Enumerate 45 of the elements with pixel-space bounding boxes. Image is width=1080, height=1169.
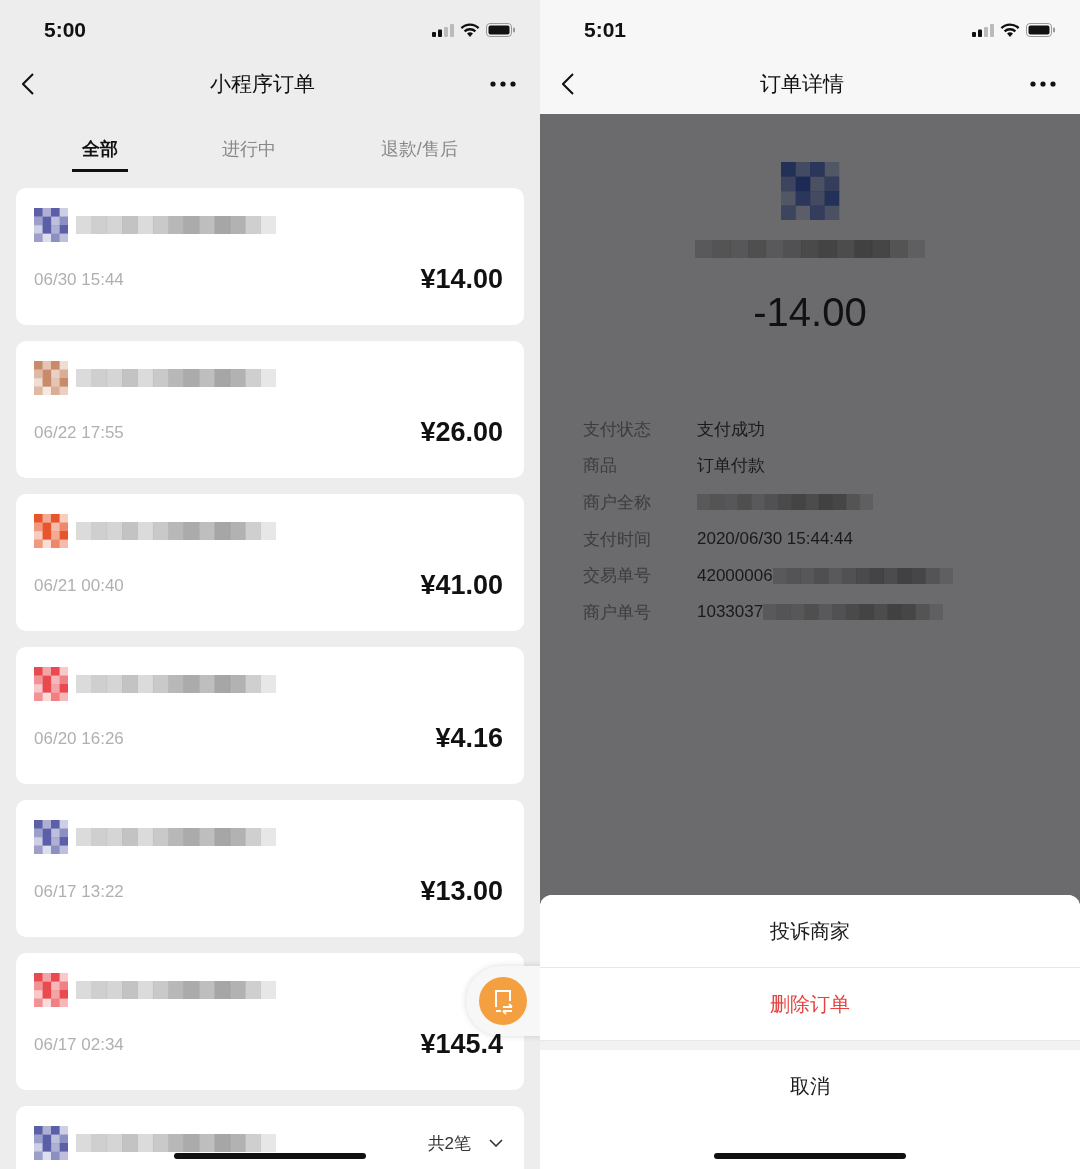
order-date: 06/21 00:40 (34, 575, 124, 596)
order-date: 06/17 13:22 (34, 881, 124, 902)
order-amount: ¥26.00 (420, 417, 503, 448)
wifi-icon (1000, 23, 1020, 37)
order-amount: ¥41.00 (420, 570, 503, 601)
detail-value: 42000006 (697, 565, 773, 586)
wifi-icon (460, 23, 480, 37)
chevron-down-icon (489, 1139, 503, 1147)
order-card[interactable]: 06/21 00:40 ¥41.00 (16, 494, 524, 631)
order-amount: ¥14.00 (420, 264, 503, 295)
signal-icon (972, 23, 994, 37)
back-icon[interactable] (562, 73, 574, 95)
order-card[interactable]: 06/17 13:22 ¥13.00 (16, 800, 524, 937)
order-card[interactable]: 06/30 15:44 ¥14.00 (16, 188, 524, 325)
order-date: 06/22 17:55 (34, 422, 124, 443)
order-amount: ¥145.4 (420, 1029, 503, 1060)
order-date: 06/20 16:26 (34, 728, 124, 749)
filter-tab[interactable]: 全部 (72, 114, 129, 172)
detail-value: 1033037 (697, 602, 764, 623)
battery-icon (1026, 23, 1056, 37)
status-time: 5:00 (44, 18, 87, 42)
order-card[interactable]: 06/17 02:34 ¥145.4 (16, 953, 524, 1090)
detail-value: 订单付款 (697, 455, 765, 478)
order-card[interactable]: 共2笔 (16, 1106, 524, 1169)
order-amount: ¥13.00 (420, 876, 503, 907)
order-count: 共2笔 (427, 1132, 471, 1155)
detail-value: 支付成功 (697, 418, 765, 441)
order-amount: ¥4.16 (435, 723, 503, 754)
page-title: 订单详情 (760, 71, 844, 97)
order-card[interactable]: 06/22 17:55 ¥26.00 (16, 341, 524, 478)
payment-amount: -14.00 (753, 290, 867, 335)
battery-icon (486, 23, 516, 37)
back-icon[interactable] (22, 73, 34, 95)
document-swap-icon (479, 977, 527, 1025)
page-title: 小程序订单 (209, 71, 315, 97)
signal-icon (432, 23, 454, 37)
sheet-action[interactable]: 投诉商家 (540, 895, 1080, 968)
status-time: 5:01 (584, 18, 627, 42)
order-date: 06/17 02:34 (34, 1034, 124, 1055)
order-date: 06/30 15:44 (34, 269, 124, 290)
more-icon[interactable] (1030, 81, 1056, 87)
more-icon[interactable] (490, 81, 516, 87)
order-card[interactable]: 06/20 16:26 ¥4.16 (16, 647, 524, 784)
pixelated-logo (779, 162, 841, 220)
detail-value: 2020/06/30 15:44:44 (697, 529, 853, 550)
